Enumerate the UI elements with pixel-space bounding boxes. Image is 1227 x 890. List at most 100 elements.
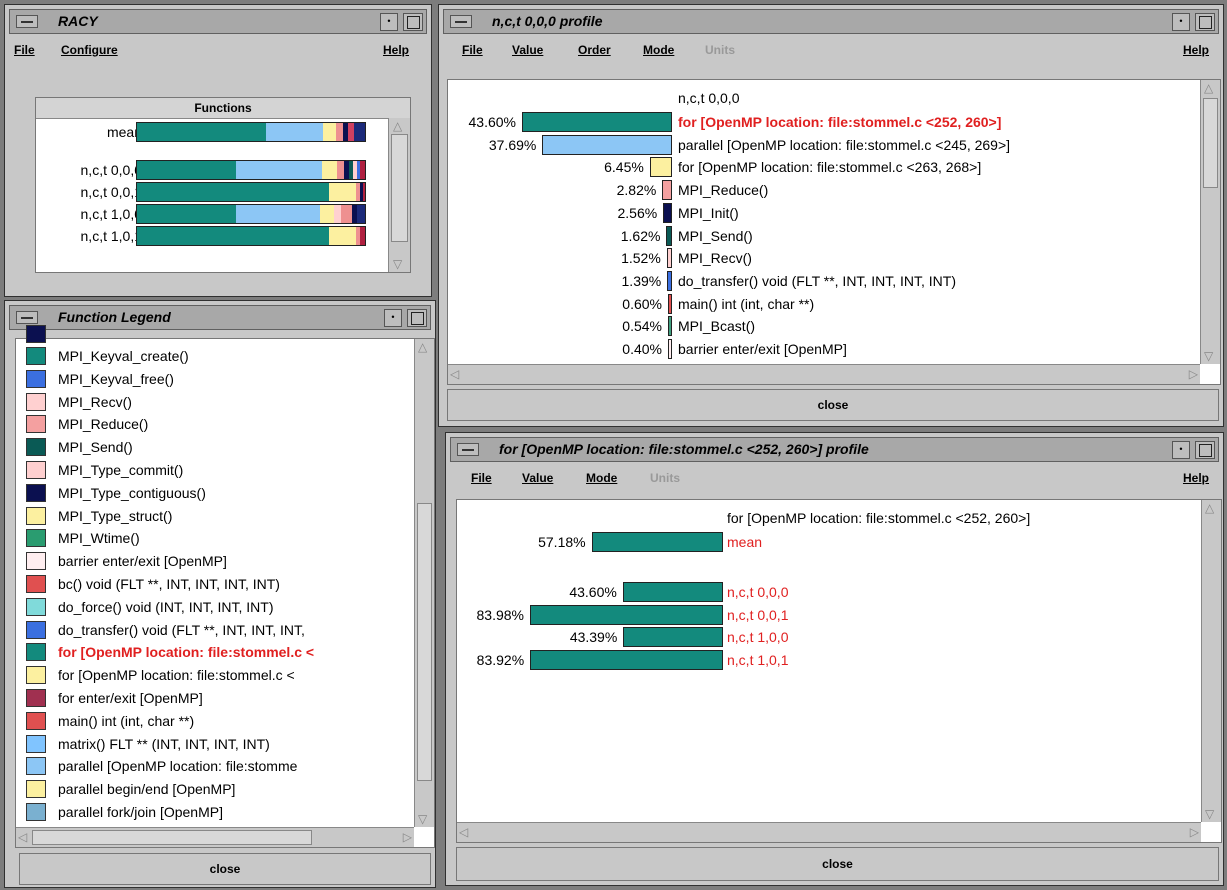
scroll-down-icon[interactable]: ▽ [418, 813, 427, 825]
legend-item-label[interactable]: matrix() FLT ** (INT, INT, INT, INT) [58, 736, 270, 752]
legend-item-label[interactable]: MPI_Keyval_free() [58, 371, 174, 387]
profile-bar[interactable] [662, 180, 672, 201]
maximize-icon[interactable] [407, 309, 427, 327]
menu-mode[interactable]: Mode [643, 43, 674, 57]
profile-bar[interactable] [522, 112, 672, 132]
menu-configure[interactable]: Configure [61, 43, 118, 57]
legend-item-label[interactable]: for [OpenMP location: file:stommel.c < [58, 644, 314, 660]
legend-item-label[interactable]: parallel [OpenMP location: file:stomme [58, 758, 297, 774]
legend-item-label[interactable]: barrier enter/exit [OpenMP] [58, 553, 227, 569]
profile-bar[interactable] [668, 339, 672, 359]
racy-titlebar[interactable]: RACY • [9, 9, 427, 34]
profile-bar[interactable] [668, 316, 672, 337]
profile-thread-label[interactable]: n,c,t 1,0,0 [727, 629, 788, 645]
profile-bar[interactable] [668, 293, 672, 314]
scroll-thumb[interactable] [32, 830, 312, 845]
profile-bar[interactable] [623, 627, 723, 647]
profile-function-label[interactable]: MPI_Reduce() [678, 182, 768, 198]
menu-file[interactable]: File [462, 43, 483, 57]
legend-item-label[interactable]: main() int (int, char **) [58, 713, 194, 729]
legend-item-label[interactable]: parallel begin/end [OpenMP] [58, 781, 235, 797]
profile-function-label[interactable]: MPI_Send() [678, 228, 753, 244]
legend-item-label[interactable]: MPI_Recv() [58, 394, 132, 410]
scroll-up-icon[interactable]: △ [1204, 82, 1213, 94]
profile-function-label[interactable]: MPI_Init() [678, 205, 739, 221]
minimize-icon[interactable]: • [380, 13, 398, 31]
profile-function-label[interactable]: parallel [OpenMP location: file:stommel.… [678, 137, 1010, 153]
profile-function-label[interactable]: for [OpenMP location: file:stommel.c <26… [678, 159, 981, 175]
menu-file[interactable]: File [471, 471, 492, 485]
profile-bar[interactable] [666, 248, 672, 269]
function-stacked-bar[interactable] [136, 204, 366, 224]
menu-order[interactable]: Order [578, 43, 611, 57]
scroll-right-icon[interactable]: ▷ [1189, 368, 1198, 380]
scroll-thumb[interactable] [391, 134, 408, 242]
window-menu-icon[interactable] [457, 443, 479, 456]
profile-function-label[interactable]: MPI_Bcast() [678, 318, 755, 334]
legend-hscrollbar[interactable]: ◁ ▷ [16, 827, 414, 847]
function-stacked-bar[interactable] [136, 182, 366, 202]
menu-value[interactable]: Value [512, 43, 543, 57]
maximize-icon[interactable] [403, 13, 423, 31]
scroll-thumb[interactable] [1203, 98, 1218, 188]
legend-item-label[interactable]: for [OpenMP location: file:stommel.c < [58, 667, 295, 683]
function-stacked-bar[interactable] [136, 122, 366, 142]
profile-thread-label[interactable]: n,c,t 0,0,0 [727, 584, 788, 600]
scroll-down-icon[interactable]: ▽ [393, 258, 402, 270]
profile1-vscrollbar[interactable]: △ ▽ [1200, 80, 1220, 364]
scroll-left-icon[interactable]: ◁ [459, 826, 468, 838]
profile-function-label[interactable]: for [OpenMP location: file:stommel.c <25… [678, 114, 1001, 130]
legend-titlebar[interactable]: Function Legend • [9, 305, 431, 330]
profile-bar[interactable] [663, 202, 672, 223]
legend-vscrollbar[interactable]: △ ▽ [414, 339, 434, 827]
profile1-close-button[interactable]: close [447, 389, 1219, 421]
window-menu-icon[interactable] [16, 311, 38, 324]
legend-item-label[interactable]: MPI_Keyval_create() [58, 348, 189, 364]
menu-file[interactable]: File [14, 43, 35, 57]
scroll-right-icon[interactable]: ▷ [1190, 826, 1199, 838]
profile-bar[interactable] [530, 649, 723, 670]
profile-bar[interactable] [530, 604, 723, 625]
profile-bar[interactable] [666, 225, 672, 246]
legend-item-label[interactable]: MPI_Type_contiguous() [58, 485, 206, 501]
legend-close-button[interactable]: close [19, 853, 431, 885]
function-stacked-bar[interactable] [136, 160, 366, 180]
maximize-icon[interactable] [1195, 441, 1215, 459]
minimize-icon[interactable]: • [1172, 13, 1190, 31]
maximize-icon[interactable] [1195, 13, 1215, 31]
scroll-right-icon[interactable]: ▷ [403, 831, 412, 843]
legend-item-label[interactable]: MPI_Reduce() [58, 416, 148, 432]
functions-vscrollbar[interactable]: △ ▽ [388, 118, 410, 272]
profile-function-label[interactable]: barrier enter/exit [OpenMP] [678, 341, 847, 357]
scroll-down-icon[interactable]: ▽ [1204, 350, 1213, 362]
scroll-left-icon[interactable]: ◁ [18, 831, 27, 843]
functions-header[interactable]: Functions [36, 98, 410, 119]
profile-function-label[interactable]: do_transfer() void (FLT **, INT, INT, IN… [678, 273, 956, 289]
profile2-close-button[interactable]: close [456, 847, 1219, 881]
profile-bar[interactable] [591, 532, 723, 552]
legend-item-label[interactable]: for enter/exit [OpenMP] [58, 690, 203, 706]
scroll-left-icon[interactable]: ◁ [450, 368, 459, 380]
scroll-thumb[interactable] [417, 503, 432, 781]
legend-item-label[interactable]: do_force() void (INT, INT, INT, INT) [58, 599, 273, 615]
function-stacked-bar[interactable] [136, 226, 366, 246]
scroll-up-icon[interactable]: △ [1205, 502, 1214, 514]
legend-item-label[interactable]: MPI_Wtime() [58, 530, 140, 546]
profile1-titlebar[interactable]: n,c,t 0,0,0 profile • [443, 9, 1219, 34]
legend-item-label[interactable]: MPI_Type_struct() [58, 508, 172, 524]
profile-bar[interactable] [667, 270, 672, 291]
profile-function-label[interactable]: main() int (int, char **) [678, 296, 814, 312]
profile1-hscrollbar[interactable]: ◁ ▷ [448, 364, 1200, 384]
profile-bar[interactable] [649, 157, 672, 178]
menu-mode[interactable]: Mode [586, 471, 617, 485]
legend-item-label[interactable]: MPI_Type_commit() [58, 462, 183, 478]
profile-thread-label[interactable]: n,c,t 0,0,1 [727, 607, 788, 623]
profile2-vscrollbar[interactable]: △ ▽ [1201, 500, 1221, 822]
menu-help[interactable]: Help [1183, 471, 1209, 485]
profile-bar[interactable] [622, 582, 723, 602]
profile2-hscrollbar[interactable]: ◁ ▷ [457, 822, 1201, 842]
menu-help[interactable]: Help [383, 43, 409, 57]
legend-item-label[interactable]: parallel fork/join [OpenMP] [58, 804, 223, 820]
profile2-titlebar[interactable]: for [OpenMP location: file:stommel.c <25… [450, 437, 1219, 462]
legend-item-label[interactable]: MPI_Send() [58, 439, 133, 455]
